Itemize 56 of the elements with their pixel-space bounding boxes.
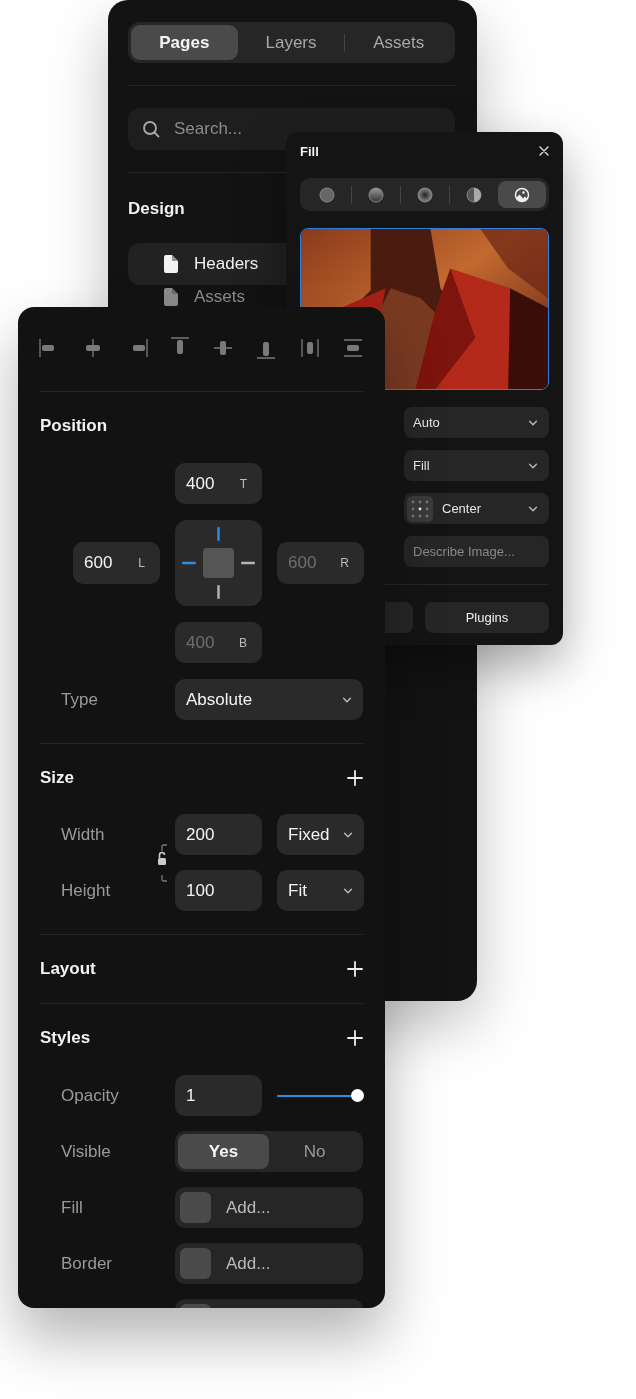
close-icon[interactable] xyxy=(539,146,549,156)
section-title: Position xyxy=(40,416,108,436)
plugins-button[interactable]: Plugins xyxy=(425,602,549,633)
document-icon xyxy=(164,255,178,273)
section-title: Layout xyxy=(40,959,96,979)
dropdown[interactable]: Fixed xyxy=(277,814,364,855)
slider[interactable] xyxy=(276,1088,363,1103)
page-item[interactable]: Headers xyxy=(128,243,286,285)
solid-circle-icon xyxy=(319,186,335,203)
number-field[interactable]: 600 L xyxy=(73,542,160,584)
number-field[interactable]: 400 T xyxy=(175,463,262,504)
document-icon xyxy=(164,288,178,306)
field-label: Visible xyxy=(61,1141,112,1162)
dropdown[interactable]: Center xyxy=(404,493,549,524)
pin-line[interactable] xyxy=(241,561,255,565)
pin-line[interactable] xyxy=(182,561,196,565)
plus-icon[interactable] xyxy=(347,770,363,786)
tab[interactable]: Layers xyxy=(237,25,345,60)
fill-type-button[interactable] xyxy=(498,181,546,208)
number-field[interactable]: 100 xyxy=(175,870,262,911)
tab[interactable]: Pages xyxy=(131,25,238,60)
gradient-circle-icon xyxy=(368,186,384,203)
section-title: Size xyxy=(40,768,75,788)
field-label: Type xyxy=(61,689,99,710)
dropdown[interactable]: Absolute xyxy=(175,679,363,720)
plus-icon[interactable] xyxy=(347,961,363,977)
field-label: Fill xyxy=(61,1197,84,1218)
pie-circle-icon xyxy=(466,186,482,203)
dropdown[interactable]: Fill xyxy=(404,450,549,481)
dropdown[interactable]: Fit xyxy=(277,870,364,911)
toggle-option[interactable]: No xyxy=(269,1134,360,1169)
section-title: Design xyxy=(128,199,186,219)
pin-line[interactable] xyxy=(217,585,220,599)
color-swatch[interactable] xyxy=(180,1192,211,1223)
page-item[interactable]: Assets xyxy=(128,286,286,308)
field-label: Height xyxy=(61,880,112,901)
radial-circle-icon xyxy=(417,186,433,203)
dropdown[interactable]: Auto xyxy=(404,407,549,438)
field-label: Width xyxy=(61,824,106,845)
search-icon xyxy=(142,120,160,138)
number-field[interactable]: 200 xyxy=(175,814,262,855)
color-swatch[interactable] xyxy=(180,1248,211,1279)
tab[interactable]: Assets xyxy=(345,25,452,60)
frame-square xyxy=(203,548,234,578)
color-field[interactable]: Add... xyxy=(175,1187,363,1228)
number-field[interactable]: 1 xyxy=(175,1075,262,1116)
color-field[interactable]: Add... xyxy=(175,1243,363,1284)
text-field[interactable]: Describe Image... xyxy=(404,536,549,567)
plus-icon[interactable] xyxy=(347,1030,363,1046)
field-label: Border xyxy=(61,1253,114,1274)
field-label: Opacity xyxy=(61,1085,120,1106)
image-circle-icon xyxy=(514,186,530,203)
section-title: Styles xyxy=(40,1028,91,1048)
toggle-option[interactable]: Yes xyxy=(178,1134,269,1169)
dot-grid-icon xyxy=(407,495,433,522)
slider-thumb[interactable] xyxy=(350,1088,364,1102)
